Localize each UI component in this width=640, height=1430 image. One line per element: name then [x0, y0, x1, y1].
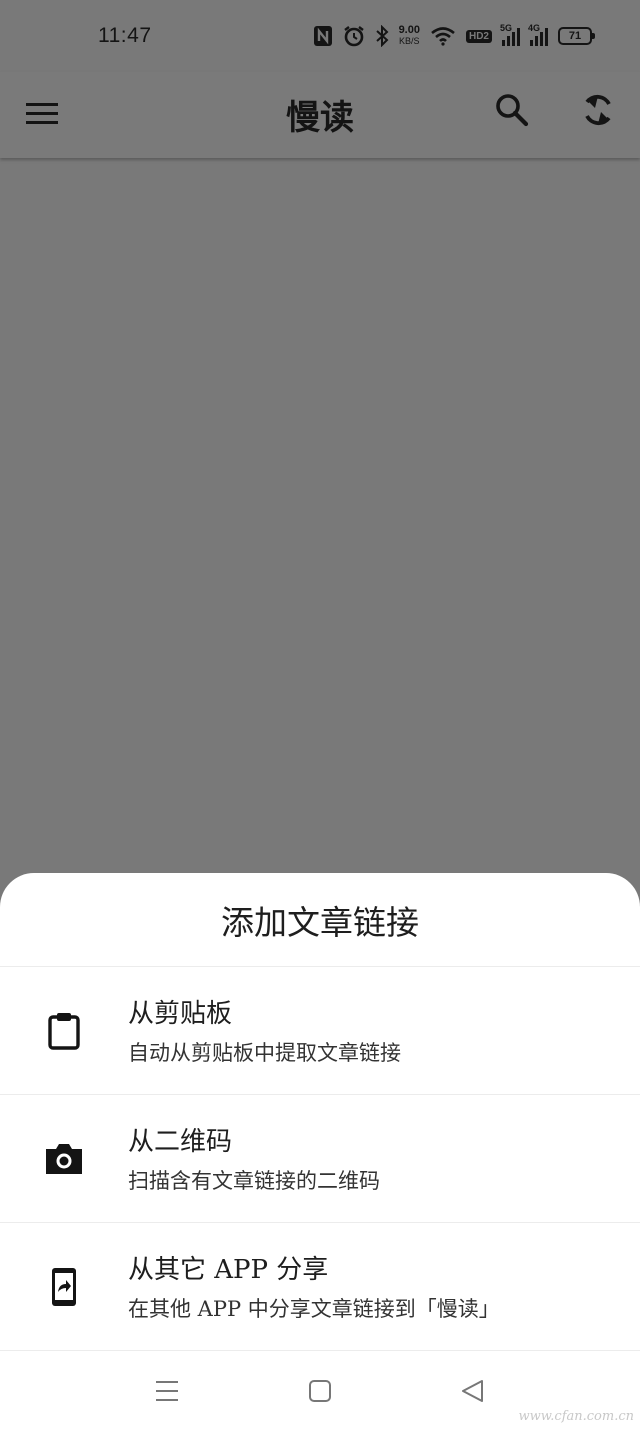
back-icon[interactable]	[458, 1376, 488, 1406]
option-label: 从二维码	[128, 1127, 233, 1157]
status-icons: 9.00 KB/S HD2 5G 4G 71	[313, 23, 595, 47]
option-desc: 自动从剪贴板中提取文章链接	[128, 1041, 401, 1065]
signal-bar	[545, 28, 548, 46]
nfc-icon	[313, 26, 332, 46]
signal-bar	[512, 32, 515, 46]
signal-4g: 4G	[528, 23, 548, 46]
battery-indicator: 71	[558, 27, 595, 45]
signal-bar	[507, 36, 510, 46]
signal-bar	[502, 40, 505, 46]
option-label: 从剪贴板	[128, 999, 233, 1029]
signal-5g: 5G	[500, 23, 520, 46]
option-label: 从其它 APP 分享	[128, 1255, 329, 1285]
signal-bar	[517, 28, 520, 46]
option-desc: 扫描含有文章链接的二维码	[128, 1169, 380, 1193]
net-speed-value: 9.00	[398, 24, 420, 36]
signal-4g-label: 4G	[528, 23, 541, 33]
signal-5g-label: 5G	[500, 23, 513, 33]
system-nav-bar: www.cfan.com.cn	[0, 1350, 640, 1430]
home-icon[interactable]	[305, 1376, 335, 1406]
phone-share-icon	[52, 1268, 76, 1306]
net-speed-unit: KB/S	[399, 36, 420, 46]
hd-badge: HD2	[465, 29, 492, 43]
option-from-other-app[interactable]: 从其它 APP 分享 在其他 APP 中分享文章链接到「慢读」	[0, 1223, 640, 1351]
status-bar: 11:47 9.00 KB/S HD2 5G 4G 71	[0, 0, 640, 72]
page-title: 慢读	[286, 98, 354, 138]
bluetooth-icon	[375, 25, 389, 47]
recents-icon[interactable]	[152, 1376, 182, 1406]
app-bar: 慢读	[0, 72, 640, 158]
signal-bar	[530, 40, 533, 46]
alarm-icon	[343, 26, 364, 47]
add-link-sheet: 添加文章链接 从剪贴板 自动从剪贴板中提取文章链接 从二维码 扫描含有文章链接的…	[0, 873, 640, 1430]
signal-bar	[535, 36, 538, 46]
clipboard-icon	[48, 1013, 80, 1050]
net-speed: 9.00 KB/S	[399, 25, 420, 47]
watermark: www.cfan.com.cn	[518, 1409, 634, 1424]
app-screen: 11:47 9.00 KB/S HD2 5G 4G 71 慢读 添加文章链接 从…	[0, 0, 640, 1430]
sheet-title: 添加文章链接	[0, 873, 640, 967]
option-from-clipboard[interactable]: 从剪贴板 自动从剪贴板中提取文章链接	[0, 967, 640, 1095]
wifi-icon	[431, 27, 455, 46]
status-time: 11:47	[98, 24, 152, 47]
sync-icon[interactable]	[578, 90, 618, 130]
option-from-qrcode[interactable]: 从二维码 扫描含有文章链接的二维码	[0, 1095, 640, 1223]
option-desc: 在其他 APP 中分享文章链接到「慢读」	[128, 1297, 500, 1321]
camera-icon	[46, 1144, 82, 1174]
search-icon[interactable]	[492, 90, 532, 130]
signal-bar	[540, 32, 543, 46]
battery-level: 71	[568, 30, 582, 42]
